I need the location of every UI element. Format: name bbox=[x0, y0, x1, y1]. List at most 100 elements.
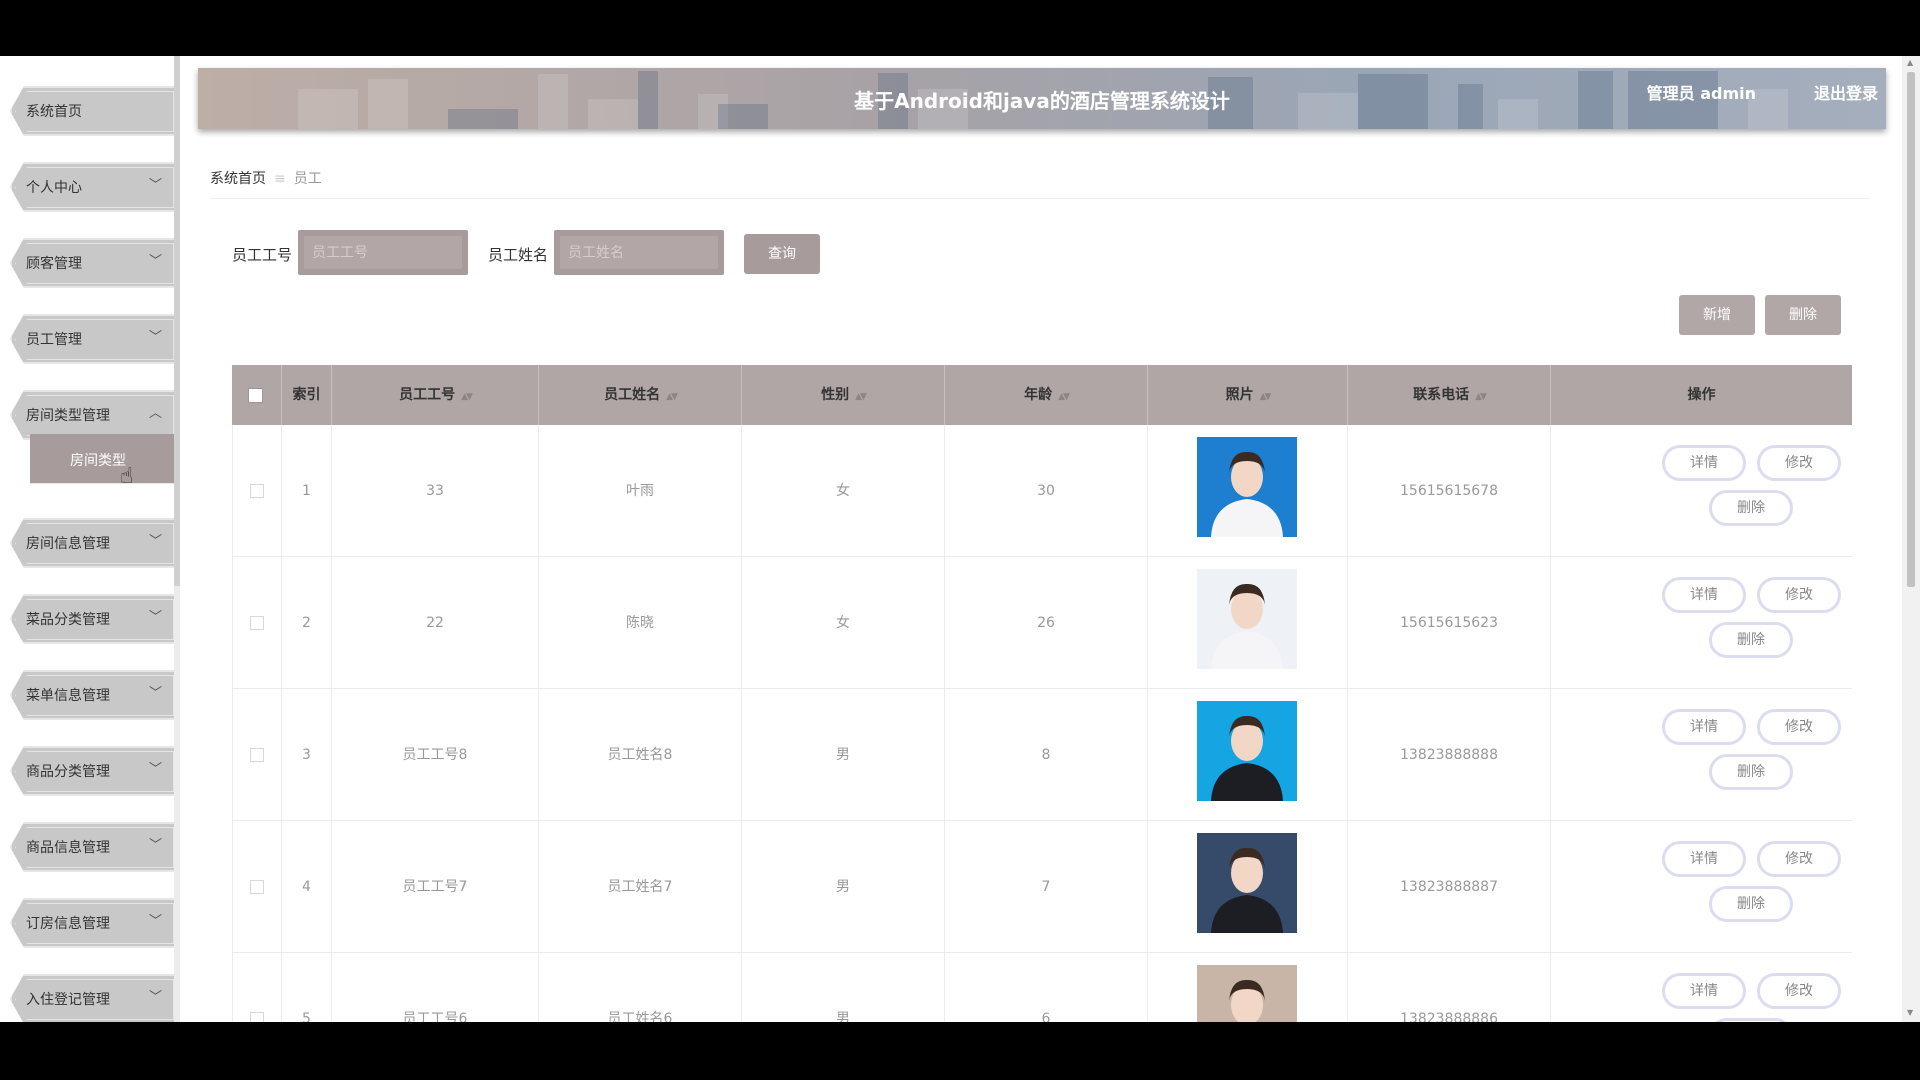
sort-icon[interactable]: ▲▼ bbox=[855, 392, 867, 402]
emp-no-input[interactable] bbox=[304, 236, 462, 269]
th-emp-no[interactable]: 员工工号 ▲▼ bbox=[332, 365, 539, 425]
employee-photo bbox=[1197, 701, 1297, 801]
sidebar-subitem-room-type[interactable]: 房间类型 bbox=[30, 434, 175, 484]
row-checkbox[interactable] bbox=[250, 1012, 264, 1022]
chevron-icon: ﹀ bbox=[148, 534, 162, 549]
th-age[interactable]: 年龄 ▲▼ bbox=[945, 365, 1148, 425]
edit-button[interactable]: 修改 bbox=[1757, 973, 1841, 1009]
row-checkbox[interactable] bbox=[250, 484, 264, 498]
logout-link[interactable]: 退出登录 bbox=[1814, 80, 1878, 104]
sort-icon[interactable]: ▲▼ bbox=[1475, 392, 1487, 402]
cell-gender: 女 bbox=[742, 557, 945, 689]
detail-button[interactable]: 详情 bbox=[1662, 841, 1746, 877]
current-user-label: 管理员 admin bbox=[1646, 84, 1756, 103]
cell-emp-no: 员工工号8 bbox=[332, 689, 539, 821]
delete-button[interactable]: 删除 bbox=[1709, 886, 1793, 922]
sort-icon[interactable]: ▲▼ bbox=[461, 392, 473, 402]
cell-age: 30 bbox=[945, 425, 1148, 557]
sidebar-scrollbar-thumb[interactable] bbox=[174, 56, 180, 586]
detail-button[interactable]: 详情 bbox=[1662, 445, 1746, 481]
row-checkbox[interactable] bbox=[250, 748, 264, 762]
th-emp-name-label: 员工姓名 bbox=[604, 387, 661, 403]
table-row: 2 22 陈晓女 26 15615615623 详情 修改 删除 bbox=[232, 557, 1852, 689]
th-gender[interactable]: 性别 ▲▼ bbox=[742, 365, 945, 425]
sort-icon[interactable]: ▲▼ bbox=[1260, 392, 1272, 402]
edit-button[interactable]: 修改 bbox=[1757, 577, 1841, 613]
sidebar-item[interactable]: 系统首页 bbox=[4, 80, 178, 142]
edit-button[interactable]: 修改 bbox=[1757, 709, 1841, 745]
chevron-icon: ﹀ bbox=[148, 686, 162, 701]
scroll-down-icon[interactable]: ▼ bbox=[1907, 1008, 1913, 1017]
page-title: 基于Android和java的酒店管理系统设计 bbox=[854, 89, 1230, 113]
breadcrumb-home[interactable]: 系统首页 bbox=[210, 171, 266, 187]
cell-ops: 详情修改删除 bbox=[1551, 689, 1852, 821]
table-left-border bbox=[232, 425, 233, 1022]
sidebar-item[interactable]: 员工管理 ﹀ bbox=[4, 308, 178, 370]
breadcrumb-separator-icon: ≡ bbox=[274, 171, 286, 187]
chevron-icon: ﹀ bbox=[148, 610, 162, 625]
sidebar-item[interactable]: 菜品分类管理 ﹀ bbox=[4, 588, 178, 650]
sidebar-item-label: 房间类型管理 bbox=[26, 408, 110, 424]
delete-button[interactable]: 删除 bbox=[1709, 1018, 1793, 1022]
batch-delete-button[interactable]: 删除 bbox=[1765, 295, 1841, 335]
sidebar-item[interactable]: 入住登记管理 ﹀ bbox=[4, 968, 178, 1022]
edit-button[interactable]: 修改 bbox=[1757, 841, 1841, 877]
th-photo-label: 照片 bbox=[1225, 387, 1254, 403]
page-scrollbar[interactable]: ▲ ▼ bbox=[1902, 56, 1920, 1022]
cell-ops: 详情修改删除 bbox=[1551, 425, 1852, 557]
chevron-icon: ﹀ bbox=[148, 254, 162, 269]
th-ops-label: 操作 bbox=[1687, 387, 1716, 403]
person-silhouette-icon bbox=[1211, 847, 1283, 933]
chevron-icon: ﹀ bbox=[148, 990, 162, 1005]
sidebar-item[interactable]: 订房信息管理 ﹀ bbox=[4, 892, 178, 954]
select-all-cell bbox=[232, 365, 282, 425]
cell-emp-no: 员工工号7 bbox=[332, 821, 539, 953]
cell-ops: 详情修改删除 bbox=[1551, 821, 1852, 953]
table-row: 5员工工号6员工姓名6男613823888886详情修改删除 bbox=[232, 953, 1852, 1022]
cell-emp-no: 22 bbox=[332, 557, 539, 689]
add-button[interactable]: 新增 bbox=[1679, 295, 1755, 335]
sidebar-item-label: 商品信息管理 bbox=[26, 840, 110, 856]
delete-button[interactable]: 删除 bbox=[1709, 622, 1793, 658]
scroll-up-icon[interactable]: ▲ bbox=[1907, 58, 1913, 67]
emp-name-field-wrapper bbox=[554, 230, 724, 275]
row-checkbox[interactable] bbox=[250, 880, 264, 894]
th-photo[interactable]: 照片 ▲▼ bbox=[1148, 365, 1348, 425]
cell-emp-no: 33 bbox=[332, 425, 539, 557]
detail-button[interactable]: 详情 bbox=[1662, 973, 1746, 1009]
sidebar-item[interactable]: 个人中心 ﹀ bbox=[4, 156, 178, 218]
person-silhouette-icon bbox=[1211, 451, 1283, 537]
delete-button[interactable]: 删除 bbox=[1709, 490, 1793, 526]
cell-gender: 女 bbox=[742, 425, 945, 557]
divider bbox=[210, 198, 1870, 199]
sidebar-item[interactable]: 菜单信息管理 ﹀ bbox=[4, 664, 178, 726]
cell-photo bbox=[1148, 821, 1348, 953]
emp-name-input[interactable] bbox=[560, 236, 718, 269]
person-silhouette-icon bbox=[1211, 715, 1283, 801]
delete-button[interactable]: 删除 bbox=[1709, 754, 1793, 790]
cell-gender: 男 bbox=[742, 821, 945, 953]
sidebar-item[interactable]: 顾客管理 ﹀ bbox=[4, 232, 178, 294]
detail-button[interactable]: 详情 bbox=[1662, 577, 1746, 613]
detail-button[interactable]: 详情 bbox=[1662, 709, 1746, 745]
sidebar-item[interactable]: 商品分类管理 ﹀ bbox=[4, 740, 178, 802]
cell-ops: 详情修改删除 bbox=[1551, 953, 1852, 1022]
mouse-pointer-icon: ☝ bbox=[120, 464, 134, 489]
sidebar-item[interactable]: 房间信息管理 ﹀ bbox=[4, 512, 178, 574]
chevron-icon: ﹀ bbox=[148, 178, 162, 193]
th-ops: 操作 bbox=[1551, 365, 1852, 425]
header-banner: 基于Android和java的酒店管理系统设计 管理员 admin 退出登录 bbox=[198, 68, 1886, 129]
th-index: 索引 bbox=[282, 365, 332, 425]
select-all-checkbox[interactable] bbox=[248, 388, 263, 403]
sort-icon[interactable]: ▲▼ bbox=[1058, 392, 1070, 402]
row-checkbox[interactable] bbox=[250, 616, 264, 630]
th-phone[interactable]: 联系电话 ▲▼ bbox=[1348, 365, 1551, 425]
th-emp-name[interactable]: 员工姓名 ▲▼ bbox=[539, 365, 742, 425]
sidebar-item-label: 入住登记管理 bbox=[26, 992, 110, 1008]
sidebar-item[interactable]: 商品信息管理 ﹀ bbox=[4, 816, 178, 878]
edit-button[interactable]: 修改 bbox=[1757, 445, 1841, 481]
query-button[interactable]: 查询 bbox=[744, 234, 820, 274]
page-scrollbar-thumb[interactable] bbox=[1907, 72, 1915, 587]
sort-icon[interactable]: ▲▼ bbox=[666, 392, 678, 402]
th-age-label: 年龄 bbox=[1024, 387, 1053, 403]
